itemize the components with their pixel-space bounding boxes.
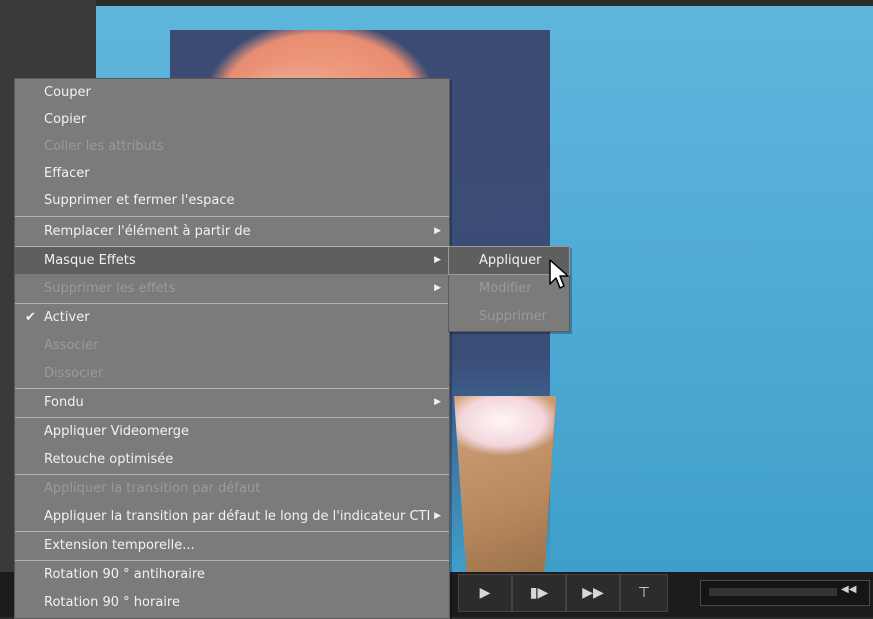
menu-item-label: Rotation 90 ° horaire xyxy=(44,595,180,610)
timeline-scrubber[interactable]: ◀◀ xyxy=(700,580,870,606)
menu-item-label: Effacer xyxy=(44,166,90,181)
menu-item-label: Supprimer et fermer l'espace xyxy=(44,193,235,208)
menu-item-supprimer-fermer-espace[interactable]: Supprimer et fermer l'espace xyxy=(15,187,449,214)
menu-item-label: Appliquer Videomerge xyxy=(44,424,190,439)
menu-item-associer: Associer xyxy=(15,332,449,359)
menu-item-dissocier: Dissocier xyxy=(15,360,449,387)
menu-item-label: Rotation 90 ° antihoraire xyxy=(44,567,205,582)
menu-item-rotation-antihoraire[interactable]: Rotation 90 ° antihoraire xyxy=(15,561,449,588)
menu-item-appliquer-transition-defaut: Appliquer la transition par défaut xyxy=(15,475,449,502)
menu-item-appliquer-transition-cti[interactable]: Appliquer la transition par défaut le lo… xyxy=(15,503,449,530)
menu-item-label: Activer xyxy=(44,310,90,325)
timeline-track xyxy=(709,588,837,596)
context-menu: Couper Copier Coller les attributs Effac… xyxy=(14,78,450,619)
menu-item-label: Copier xyxy=(44,112,87,127)
menu-separator xyxy=(15,216,449,217)
mouse-cursor-icon xyxy=(549,259,569,289)
submenu-arrow-icon: ▶ xyxy=(434,397,441,407)
submenu-arrow-icon: ▶ xyxy=(434,511,441,521)
menu-item-extension-temporelle[interactable]: Extension temporelle... xyxy=(15,532,449,559)
submenu-item-label: Appliquer xyxy=(479,253,542,268)
menu-item-label: Associer xyxy=(44,338,99,353)
submenu-arrow-icon: ▶ xyxy=(434,255,441,265)
submenu-arrow-icon: ▶ xyxy=(434,226,441,236)
menu-item-label: Supprimer les effets xyxy=(44,281,176,296)
menu-item-label: Remplacer l'élément à partir de xyxy=(44,224,251,239)
submenu-item-supprimer: Supprimer xyxy=(449,303,569,330)
menu-item-label: Fondu xyxy=(44,395,84,410)
menu-item-label: Extension temporelle... xyxy=(44,538,195,553)
step-forward-icon: ▮▶ xyxy=(529,585,549,601)
menu-item-remplacer-element[interactable]: Remplacer l'élément à partir de ▶ xyxy=(15,218,449,245)
menu-item-label: Couper xyxy=(44,85,91,100)
trim-icon: ⊤ xyxy=(637,585,651,601)
menu-item-label: Coller les attributs xyxy=(44,139,164,154)
menu-item-fondu[interactable]: Fondu ▶ xyxy=(15,389,449,416)
menu-item-supprimer-effets: Supprimer les effets ▶ xyxy=(15,275,449,302)
submenu-arrow-icon: ▶ xyxy=(434,283,441,293)
scrub-handle-icon[interactable]: ◀◀ xyxy=(841,584,856,595)
menu-item-retouche-optimisee[interactable]: Retouche optimisée xyxy=(15,446,449,473)
menu-item-activer[interactable]: ✔ Activer xyxy=(15,304,449,331)
fast-forward-button[interactable]: ▶▶ xyxy=(566,574,620,612)
menu-item-appliquer-videomerge[interactable]: Appliquer Videomerge xyxy=(15,418,449,445)
menu-item-label: Dissocier xyxy=(44,366,104,381)
menu-item-effacer[interactable]: Effacer xyxy=(15,160,449,187)
check-icon: ✔ xyxy=(25,310,36,325)
step-forward-button[interactable]: ▮▶ xyxy=(512,574,566,612)
submenu-item-label: Modifier xyxy=(479,281,532,296)
menu-item-label: Retouche optimisée xyxy=(44,452,174,467)
menu-item-coller-attributs: Coller les attributs xyxy=(15,133,449,160)
menu-item-rotation-horaire[interactable]: Rotation 90 ° horaire xyxy=(15,589,449,616)
menu-item-couper[interactable]: Couper xyxy=(15,79,449,106)
play-icon: ▶ xyxy=(479,585,491,601)
fast-forward-icon: ▶▶ xyxy=(582,585,604,601)
submenu-item-label: Supprimer xyxy=(479,309,547,324)
menu-item-copier[interactable]: Copier xyxy=(15,106,449,133)
menu-item-label: Masque Effets xyxy=(44,253,136,268)
menu-item-masque-effets[interactable]: Masque Effets ▶ xyxy=(15,247,449,274)
menu-item-label: Appliquer la transition par défaut xyxy=(44,481,261,496)
menu-item-label: Appliquer la transition par défaut le lo… xyxy=(44,509,431,524)
trim-button[interactable]: ⊤ xyxy=(620,574,668,612)
play-button[interactable]: ▶ xyxy=(458,574,512,612)
